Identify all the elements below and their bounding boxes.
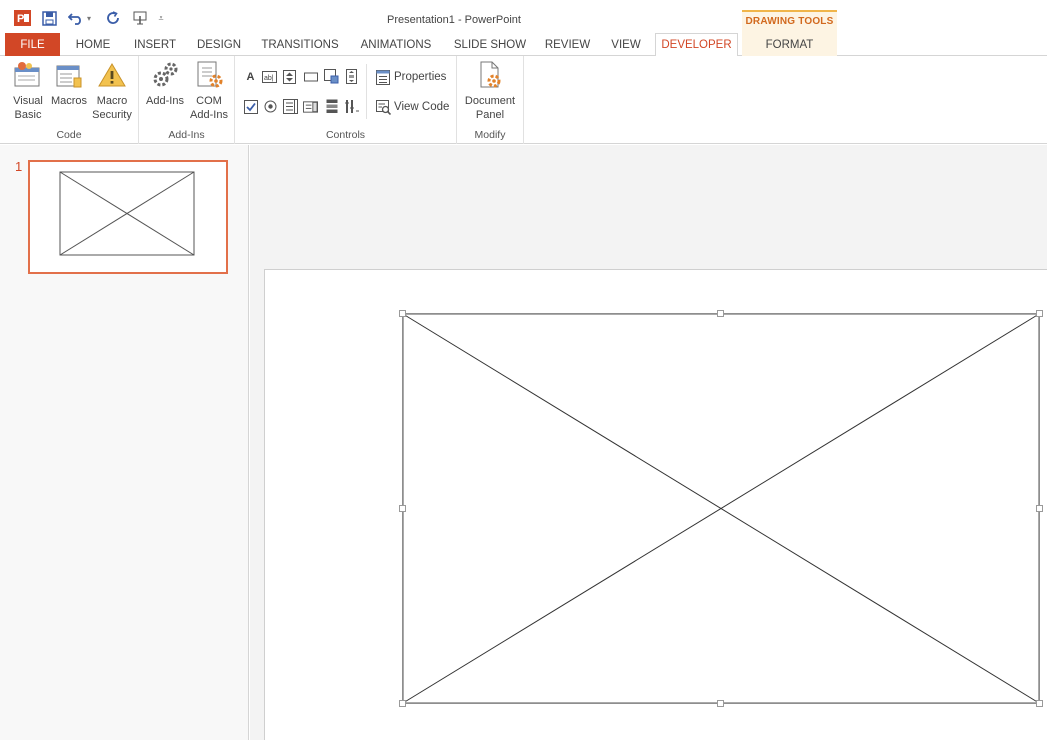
view-code-button[interactable]: View Code xyxy=(375,98,449,116)
document-panel-label-1: Document xyxy=(464,95,516,107)
thumbnail-placeholder-graphic xyxy=(59,171,195,256)
macros-button[interactable]: Macros xyxy=(48,60,90,108)
slide-editing-area[interactable] xyxy=(250,145,1047,740)
tab-view[interactable]: VIEW xyxy=(603,33,649,56)
slide-canvas[interactable] xyxy=(264,269,1047,740)
group-add-ins-label: Add-Ins xyxy=(168,129,205,141)
com-add-ins-label-1: COM xyxy=(196,95,222,107)
tab-developer[interactable]: DEVELOPER xyxy=(655,33,738,57)
document-panel-icon xyxy=(475,60,505,90)
properties-icon xyxy=(375,69,391,85)
visual-basic-label-2: Basic xyxy=(14,109,42,121)
scroll-bar-control-icon[interactable] xyxy=(344,69,359,84)
tab-insert[interactable]: INSERT xyxy=(126,33,184,56)
svg-text:ab|: ab| xyxy=(264,75,274,82)
macro-security-button[interactable]: Macro Security xyxy=(91,60,133,122)
combo-box-control-icon[interactable] xyxy=(303,99,318,114)
slide-thumbnail-pane[interactable]: 1 xyxy=(0,145,249,740)
resize-handle-middle-right[interactable] xyxy=(1036,505,1043,512)
view-code-icon xyxy=(375,99,391,115)
group-controls-label: Controls xyxy=(325,129,366,141)
placeholder-cross-graphic xyxy=(402,313,1040,704)
image-control-icon[interactable] xyxy=(324,69,339,84)
properties-button[interactable]: Properties xyxy=(375,68,446,86)
check-box-control-icon[interactable] xyxy=(243,99,258,114)
macros-label: Macros xyxy=(50,95,88,107)
group-add-ins: Add-Ins COM Add-Ins Add-Ins xyxy=(139,56,235,144)
group-controls: A ab| Properties View Code Controls xyxy=(235,56,457,144)
visual-basic-button[interactable]: Visual Basic xyxy=(8,60,48,122)
tab-review[interactable]: REVIEW xyxy=(540,33,595,56)
group-code-label: Code xyxy=(56,129,82,141)
resize-handle-top-center[interactable] xyxy=(717,310,724,317)
resize-handle-bottom-left[interactable] xyxy=(399,700,406,707)
slide-number: 1 xyxy=(15,159,23,174)
tab-transitions[interactable]: TRANSITIONS xyxy=(256,33,344,56)
macro-security-label-1: Macro xyxy=(96,95,128,107)
gears-icon xyxy=(150,60,180,90)
add-ins-button[interactable]: Add-Ins xyxy=(143,60,187,108)
slide-thumbnail[interactable] xyxy=(28,160,228,274)
macros-icon xyxy=(54,60,84,90)
option-button-control-icon[interactable] xyxy=(263,99,278,114)
view-code-label: View Code xyxy=(394,101,450,113)
ribbon-developer: Visual Basic Macros Macro Security Code xyxy=(0,56,1047,144)
com-add-ins-label-2: Add-Ins xyxy=(190,109,228,121)
powerpoint-window: P ▾ ⩡ Presentation1 - PowerPoint DRAWING… xyxy=(0,0,1047,740)
warning-icon xyxy=(97,60,127,90)
document-panel-label-2: Panel xyxy=(475,109,505,121)
group-modify-label: Modify xyxy=(474,129,506,141)
com-add-ins-button[interactable]: COM Add-Ins xyxy=(187,60,231,122)
macro-security-label-2: Security xyxy=(92,109,132,121)
label-control-icon[interactable]: A xyxy=(243,69,258,84)
ribbon-tabs: FILE HOME INSERT DESIGN TRANSITIONS ANIM… xyxy=(0,33,1047,57)
title-bar: P ▾ ⩡ Presentation1 - PowerPoint DRAWING… xyxy=(0,0,1047,33)
com-add-ins-icon xyxy=(194,60,224,90)
resize-handle-top-left[interactable] xyxy=(399,310,406,317)
tab-file[interactable]: FILE xyxy=(5,33,60,56)
toggle-button-control-icon[interactable] xyxy=(324,99,339,114)
tab-slide-show[interactable]: SLIDE SHOW xyxy=(449,33,531,56)
picture-placeholder[interactable] xyxy=(399,310,1043,707)
resize-handle-middle-left[interactable] xyxy=(399,505,406,512)
text-box-control-icon[interactable]: ab| xyxy=(262,69,277,84)
add-ins-label: Add-Ins xyxy=(146,95,184,107)
resize-handle-top-right[interactable] xyxy=(1036,310,1043,317)
list-box-control-icon[interactable] xyxy=(283,99,298,114)
tab-animations[interactable]: ANIMATIONS xyxy=(352,33,440,56)
visual-basic-label-1: Visual xyxy=(13,95,43,107)
document-panel-button[interactable]: Document Panel xyxy=(460,60,520,122)
resize-handle-bottom-center[interactable] xyxy=(717,700,724,707)
controls-separator xyxy=(366,64,367,119)
tab-design[interactable]: DESIGN xyxy=(191,33,247,56)
group-code: Visual Basic Macros Macro Security Code xyxy=(0,56,139,144)
drawing-tools-contextual-label: DRAWING TOOLS xyxy=(742,10,837,33)
resize-handle-bottom-right[interactable] xyxy=(1036,700,1043,707)
visual-basic-icon xyxy=(13,60,43,90)
spin-button-control-icon[interactable] xyxy=(282,69,297,84)
command-button-control-icon[interactable] xyxy=(303,69,318,84)
group-modify: Document Panel Modify xyxy=(457,56,524,144)
properties-label: Properties xyxy=(394,71,447,83)
tab-format[interactable]: FORMAT xyxy=(742,33,837,56)
tab-home[interactable]: HOME xyxy=(66,33,120,56)
more-controls-icon[interactable] xyxy=(344,99,359,114)
